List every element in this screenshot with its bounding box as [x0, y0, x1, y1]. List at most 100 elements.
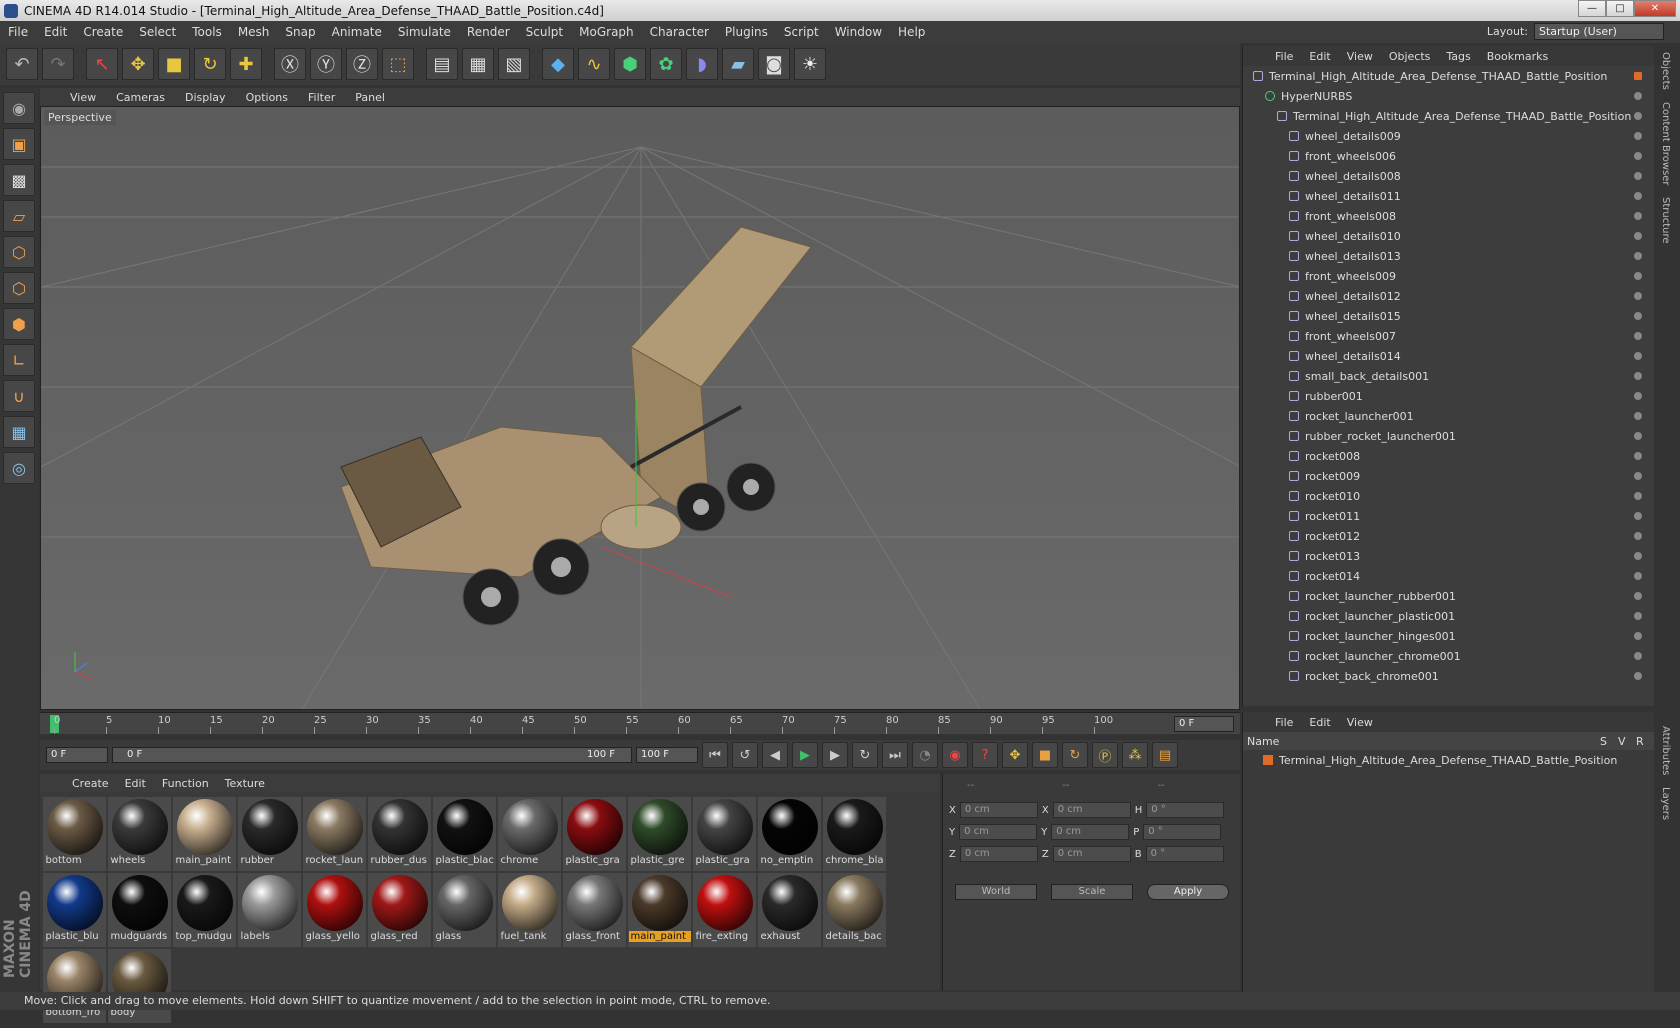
visibility-dot-icon[interactable]: [1634, 552, 1642, 560]
camera-icon[interactable]: ◙: [758, 48, 790, 80]
material-swatch[interactable]: body: [108, 949, 171, 1023]
object-row[interactable]: wheel_details010: [1243, 226, 1654, 246]
nurbs-icon[interactable]: ⬢: [614, 48, 646, 80]
render-view-icon[interactable]: ▤: [426, 48, 458, 80]
visibility-dot-icon[interactable]: [1634, 572, 1642, 580]
material-swatch[interactable]: bottom_fro: [43, 949, 106, 1023]
object-row[interactable]: HyperNURBS: [1243, 86, 1654, 106]
object-row[interactable]: rocket013: [1243, 546, 1654, 566]
key-rotation-icon[interactable]: ↻: [1062, 742, 1088, 768]
object-row[interactable]: rocket_launcher_rubber001: [1243, 586, 1654, 606]
menu-help[interactable]: Help: [890, 25, 933, 39]
visibility-dot-icon[interactable]: [1634, 112, 1642, 120]
object-row[interactable]: small_back_details001: [1243, 366, 1654, 386]
visibility-dot-icon[interactable]: [1634, 512, 1642, 520]
deformer-icon[interactable]: ◗: [686, 48, 718, 80]
material-swatch[interactable]: top_mudgu: [173, 873, 236, 947]
object-row[interactable]: rocket010: [1243, 486, 1654, 506]
object-row[interactable]: wheel_details009: [1243, 126, 1654, 146]
polygons-mode-icon[interactable]: ⬢: [3, 308, 35, 340]
material-menu-edit[interactable]: Edit: [117, 777, 154, 790]
current-frame-field[interactable]: 0 F: [1174, 716, 1234, 732]
visibility-dot-icon[interactable]: [1634, 272, 1642, 280]
object-menu-edit[interactable]: Edit: [1301, 50, 1338, 63]
tab-content-browser[interactable]: Content Browser: [1656, 96, 1675, 191]
material-swatch[interactable]: main_paint: [173, 797, 236, 871]
object-menu-bookmarks[interactable]: Bookmarks: [1479, 50, 1556, 63]
floor-icon[interactable]: ▰: [722, 48, 754, 80]
object-row[interactable]: rocket014: [1243, 566, 1654, 586]
workplane-icon[interactable]: ▱: [3, 200, 35, 232]
redo-icon[interactable]: ↷: [42, 48, 74, 80]
visibility-dot-icon[interactable]: [1634, 612, 1642, 620]
go-to-previous-key-icon[interactable]: ↺: [732, 742, 758, 768]
material-menu-texture[interactable]: Texture: [217, 777, 273, 790]
visibility-dot-icon[interactable]: [1634, 352, 1642, 360]
points-mode-icon[interactable]: ⬡: [3, 236, 35, 268]
menu-render[interactable]: Render: [459, 25, 518, 39]
menu-file[interactable]: File: [0, 25, 36, 39]
coord-value-field[interactable]: 0 cm: [959, 824, 1038, 840]
material-swatch[interactable]: details_bac: [823, 873, 886, 947]
visibility-dot-icon[interactable]: [1634, 652, 1642, 660]
key-position-icon[interactable]: ✥: [1002, 742, 1028, 768]
object-row[interactable]: wheel_details013: [1243, 246, 1654, 266]
layer-menu-file[interactable]: File: [1267, 716, 1301, 729]
object-row[interactable]: front_wheels009: [1243, 266, 1654, 286]
menu-create[interactable]: Create: [75, 25, 131, 39]
array-icon[interactable]: ✿: [650, 48, 682, 80]
visibility-dot-icon[interactable]: [1634, 152, 1642, 160]
viewport-menu-panel[interactable]: Panel: [345, 91, 395, 104]
material-menu-create[interactable]: Create: [64, 777, 117, 790]
visibility-dot-icon[interactable]: [1634, 212, 1642, 220]
material-swatch[interactable]: mudguards: [108, 873, 171, 947]
layer-menu-view[interactable]: View: [1339, 716, 1381, 729]
visibility-dot-icon[interactable]: [1634, 312, 1642, 320]
menu-animate[interactable]: Animate: [324, 25, 390, 39]
tab-attributes[interactable]: Attributes: [1656, 720, 1675, 781]
keyframe-selection-icon[interactable]: ?: [972, 742, 998, 768]
menu-character[interactable]: Character: [642, 25, 717, 39]
apply-button[interactable]: Apply: [1147, 884, 1229, 900]
y-axis-icon[interactable]: Ⓨ: [310, 48, 342, 80]
object-menu-tags[interactable]: Tags: [1438, 50, 1478, 63]
rotate-icon[interactable]: ↻: [194, 48, 226, 80]
tab-objects[interactable]: Objects: [1656, 46, 1675, 96]
object-row[interactable]: rocket_launcher_hinges001: [1243, 626, 1654, 646]
visibility-dot-icon[interactable]: [1634, 332, 1642, 340]
step-forward-icon[interactable]: ▶: [822, 742, 848, 768]
render-settings-icon[interactable]: ▧: [498, 48, 530, 80]
coord-value-field[interactable]: 0 °: [1146, 802, 1225, 818]
lock-workplane-icon[interactable]: ◎: [3, 452, 35, 484]
frame-range-slider[interactable]: 0 F 100 F: [112, 747, 632, 763]
object-row[interactable]: wheel_details011: [1243, 186, 1654, 206]
menu-script[interactable]: Script: [776, 25, 827, 39]
magnet-icon[interactable]: ∪: [3, 380, 35, 412]
key-pla-icon[interactable]: ⁂: [1122, 742, 1148, 768]
layout-dropdown[interactable]: Startup (User): [1534, 23, 1664, 40]
object-row[interactable]: rocket_launcher_chrome001: [1243, 646, 1654, 666]
material-swatch[interactable]: glass: [433, 873, 496, 947]
end-frame-field[interactable]: 100 F: [636, 747, 698, 763]
object-row[interactable]: Terminal_High_Altitude_Area_Defense_THAA…: [1243, 66, 1654, 86]
visibility-dot-icon[interactable]: [1634, 92, 1642, 100]
render-picture-viewer-icon[interactable]: ▦: [462, 48, 494, 80]
visibility-dot-icon[interactable]: [1634, 452, 1642, 460]
material-swatch[interactable]: chrome_bla: [823, 797, 886, 871]
menu-edit[interactable]: Edit: [36, 25, 75, 39]
material-swatch[interactable]: plastic_blu: [43, 873, 106, 947]
material-menu-function[interactable]: Function: [154, 777, 217, 790]
object-row[interactable]: front_wheels007: [1243, 326, 1654, 346]
object-row[interactable]: rocket009: [1243, 466, 1654, 486]
key-parameter-icon[interactable]: Ⓟ: [1092, 742, 1118, 768]
visibility-dot-icon[interactable]: [1634, 192, 1642, 200]
snap-icon[interactable]: ▦: [3, 416, 35, 448]
menu-snap[interactable]: Snap: [277, 25, 323, 39]
light-icon[interactable]: ☀: [794, 48, 826, 80]
object-row[interactable]: rubber_rocket_launcher001: [1243, 426, 1654, 446]
spline-icon[interactable]: ∿: [578, 48, 610, 80]
object-row[interactable]: rocket012: [1243, 526, 1654, 546]
material-swatch[interactable]: glass_red: [368, 873, 431, 947]
coord-value-field[interactable]: 0 cm: [959, 802, 1038, 818]
menu-select[interactable]: Select: [131, 25, 184, 39]
